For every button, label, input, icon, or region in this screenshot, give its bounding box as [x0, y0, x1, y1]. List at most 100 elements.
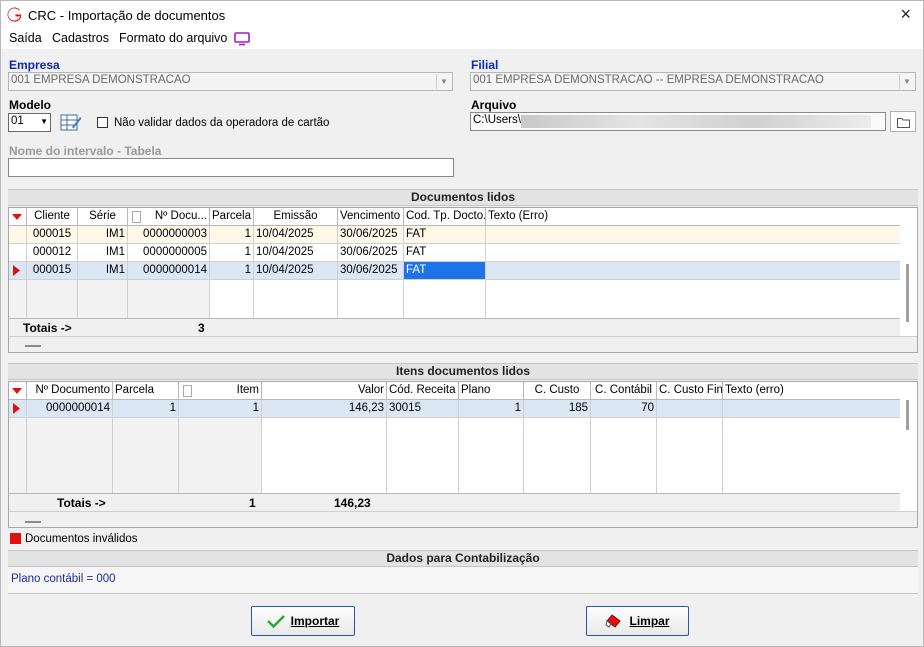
cell: 000015 — [27, 226, 78, 244]
col-nr-docu-label: Nº Docu... — [154, 210, 207, 222]
itens-title: Itens documentos lidos — [8, 363, 918, 380]
col-nr-docu[interactable]: Nº Docu... — [128, 208, 210, 226]
col-cod-tp-docto[interactable]: Cod. Tp. Docto. — [404, 208, 486, 226]
window-title: CRC - Importação de documentos — [28, 8, 226, 23]
row-pointer-icon — [13, 403, 20, 414]
cell: FAT — [404, 244, 486, 262]
col-cliente[interactable]: Cliente — [27, 208, 78, 226]
items-totals-valor: 146,23 — [334, 496, 371, 510]
col-serie[interactable]: Série — [78, 208, 128, 226]
sort-arrow-icon — [12, 214, 22, 220]
sort-header[interactable] — [9, 382, 27, 400]
filial-label: Filial — [471, 58, 499, 72]
modelo-label: Modelo — [9, 98, 51, 112]
cell: 000012 — [27, 244, 78, 262]
items-totals-label: Totais -> — [57, 496, 106, 510]
validar-checkbox[interactable] — [97, 117, 108, 128]
col-c-custo[interactable]: C. Custo — [524, 382, 591, 400]
empresa-select[interactable]: 001 EMPRESA DEMONSTRACAO ▼ — [8, 72, 453, 91]
importar-button[interactable]: Importar — [251, 606, 355, 636]
intervalo-input[interactable] — [8, 158, 454, 177]
col-parcela[interactable]: Parcela — [113, 382, 179, 400]
arquivo-input[interactable]: C:\Users\ — [470, 112, 886, 131]
col-item-label: Item — [236, 384, 259, 396]
contab-title: Dados para Contabilização — [8, 550, 918, 567]
invalid-legend-label: Documentos inválidos — [25, 533, 138, 545]
col-texto-erro[interactable]: Texto (Erro) — [486, 208, 900, 226]
col-item[interactable]: Item — [179, 382, 262, 400]
edit-table-icon[interactable] — [60, 112, 82, 132]
modelo-select[interactable]: 01 ▼ — [8, 113, 51, 132]
documentos-grid: Cliente Série Nº Docu... Parcela Emissão… — [8, 207, 918, 353]
chevron-down-icon: ▼ — [899, 74, 914, 89]
cell: 0000000003 — [128, 226, 210, 244]
menu-formato-arquivo[interactable]: Formato do arquivo — [119, 31, 227, 45]
menu-bar: Saída Cadastros Formato do arquivo — [1, 29, 923, 49]
cell: IM1 — [78, 244, 128, 262]
cell: 1 — [210, 262, 254, 280]
importar-label: Importar — [290, 614, 340, 628]
cell: 30015 — [387, 400, 459, 418]
cell: 1 — [210, 244, 254, 262]
itens-grid: Nº Documento Parcela Item Valor Cód. Rec… — [8, 381, 918, 528]
col-vencimento[interactable]: Vencimento — [338, 208, 404, 226]
cell — [723, 400, 900, 418]
vertical-scrollbar[interactable] — [906, 400, 909, 430]
plano-contabil-text: Plano contábil = 000 — [11, 573, 116, 585]
cell: 0000000014 — [27, 400, 113, 418]
cell: 10/04/2025 — [254, 226, 338, 244]
cell: IM1 — [78, 262, 128, 280]
menu-cadastros[interactable]: Cadastros — [52, 31, 109, 45]
cell: 146,23 — [262, 400, 387, 418]
col-plano[interactable]: Plano — [459, 382, 524, 400]
col-c-custo-fin[interactable]: C. Custo Fin. — [657, 382, 723, 400]
window: CRC - Importação de documentos × Saída C… — [0, 0, 924, 647]
cell: 0000000005 — [128, 244, 210, 262]
empresa-label: Empresa — [9, 58, 60, 72]
cell: 1 — [179, 400, 262, 418]
cell: 185 — [524, 400, 591, 418]
cell: 30/06/2025 — [338, 226, 404, 244]
row-pointer-icon — [13, 265, 20, 276]
cell — [486, 226, 900, 244]
cell: 1 — [113, 400, 179, 418]
sort-header[interactable] — [9, 208, 27, 226]
col-emissao[interactable]: Emissão — [254, 208, 338, 226]
cell: FAT — [404, 226, 486, 244]
title-bar: CRC - Importação de documentos × — [1, 1, 923, 29]
col-valor[interactable]: Valor — [262, 382, 387, 400]
filial-select[interactable]: 001 EMPRESA DEMONSTRACAO -- EMPRESA DEMO… — [470, 72, 916, 91]
doc-icon — [132, 211, 141, 223]
cell — [657, 400, 723, 418]
items-totals-count: 1 — [249, 496, 256, 510]
browse-button[interactable] — [890, 111, 916, 132]
intervalo-label: Nome do intervalo - Tabela — [9, 144, 162, 158]
invalid-legend-swatch — [10, 533, 21, 544]
cell: 30/06/2025 — [338, 244, 404, 262]
cell: IM1 — [78, 226, 128, 244]
menu-saida[interactable]: Saída — [9, 31, 42, 45]
close-button[interactable]: × — [900, 4, 911, 25]
arquivo-label: Arquivo — [471, 98, 517, 112]
col-c-contabil[interactable]: C. Contábil — [591, 382, 657, 400]
arquivo-value: C:\Users\ — [473, 114, 521, 126]
col-texto-erro[interactable]: Texto (erro) — [723, 382, 900, 400]
cell: 1 — [459, 400, 524, 418]
cell-focused[interactable]: FAT — [404, 262, 486, 280]
col-nr-documento[interactable]: Nº Documento — [27, 382, 113, 400]
cell: 10/04/2025 — [254, 262, 338, 280]
doc-icon — [183, 385, 192, 397]
collapse-handle[interactable] — [25, 345, 41, 347]
collapse-handle[interactable] — [25, 521, 41, 523]
limpar-label: Limpar — [629, 614, 670, 628]
folder-icon — [897, 118, 910, 128]
limpar-button[interactable]: Limpar — [586, 606, 689, 636]
col-parcela[interactable]: Parcela — [210, 208, 254, 226]
vertical-scrollbar[interactable] — [906, 264, 909, 322]
cell: 10/04/2025 — [254, 244, 338, 262]
validar-label: Não validar dados da operadora de cartão — [114, 117, 330, 129]
col-cod-receita[interactable]: Cód. Receita — [387, 382, 459, 400]
monitor-icon[interactable] — [234, 32, 250, 46]
cell: 0000000014 — [128, 262, 210, 280]
chevron-down-icon: ▼ — [436, 74, 451, 89]
